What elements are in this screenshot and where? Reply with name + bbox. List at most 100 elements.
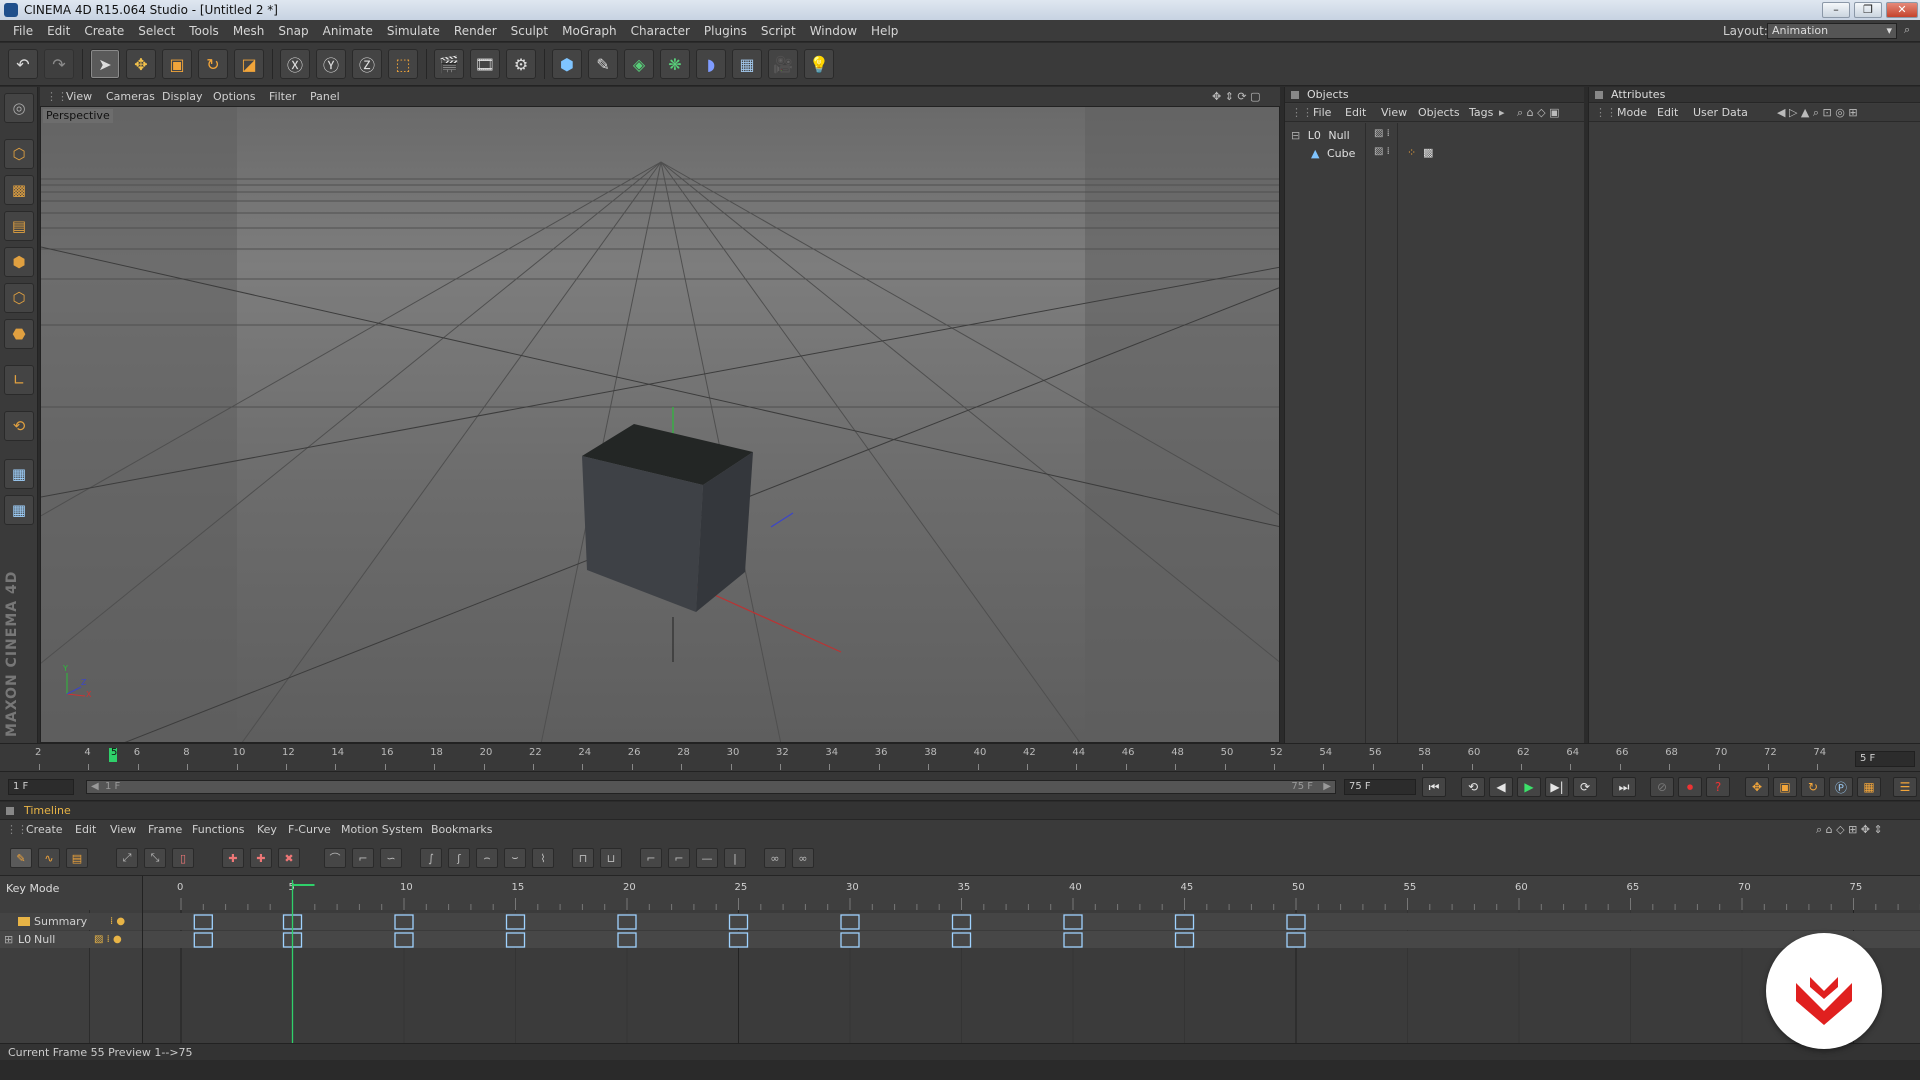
redo-button[interactable]: ↷ bbox=[44, 49, 74, 79]
keyframe-selection-icon[interactable]: ? bbox=[1706, 777, 1730, 797]
go-to-end-icon[interactable]: ⏭ bbox=[1612, 777, 1636, 797]
light-icon[interactable]: 💡 bbox=[804, 49, 834, 79]
z-axis-lock-icon[interactable]: Ⓩ bbox=[352, 49, 382, 79]
range-right-arrow-icon[interactable]: ▶ bbox=[1323, 781, 1331, 793]
subdivision-surface-icon[interactable]: ◈ bbox=[624, 49, 654, 79]
menu-script[interactable]: Script bbox=[754, 20, 803, 42]
objects-toolbar-icons[interactable]: ⌕ ⌂ ◇ ▣ bbox=[1517, 104, 1560, 122]
object-row-cube[interactable]: ▲ Cube bbox=[1307, 145, 1355, 163]
menu-help[interactable]: Help bbox=[864, 20, 905, 42]
ease-out-icon[interactable]: ʃ bbox=[448, 848, 470, 868]
tree-collapse-icon[interactable]: ⊟ bbox=[1291, 129, 1300, 142]
render-picture-viewer-icon[interactable]: 🎞 bbox=[470, 49, 500, 79]
key-mode-icon[interactable]: ✎ bbox=[10, 848, 32, 868]
texture-mode-icon[interactable]: ▩ bbox=[4, 175, 34, 205]
menu-animate[interactable]: Animate bbox=[316, 20, 380, 42]
objects-menu-view[interactable]: View bbox=[1381, 104, 1407, 122]
scale-tool-icon[interactable]: ▣ bbox=[162, 49, 192, 79]
timeline-menu-functions[interactable]: Functions bbox=[192, 820, 245, 840]
tree-expand-icon[interactable]: ⊞ bbox=[4, 931, 13, 948]
lock-time-icon[interactable]: ⊓ bbox=[572, 848, 594, 868]
edges-mode-icon[interactable]: ⬡ bbox=[4, 283, 34, 313]
track-flags-icon[interactable]: ▨ ⁞ ● bbox=[94, 931, 122, 948]
visibility-toggle-icon[interactable]: ▨ ⁞ bbox=[1374, 146, 1390, 157]
record-parameter-icon[interactable]: Ⓟ bbox=[1829, 777, 1853, 797]
autokeying-icon[interactable]: ⏺ bbox=[1678, 777, 1702, 797]
frame-selected-icon[interactable]: ⤡ bbox=[144, 848, 166, 868]
next-key-icon[interactable]: ⟳ bbox=[1573, 777, 1597, 797]
record-rotation-icon[interactable]: ↻ bbox=[1801, 777, 1825, 797]
model-mode-icon[interactable]: ⬡ bbox=[4, 139, 34, 169]
timeline-menu-bookmarks[interactable]: Bookmarks bbox=[431, 820, 492, 840]
timeline-menu-edit[interactable]: Edit bbox=[75, 820, 96, 840]
object-name[interactable]: Null bbox=[1328, 129, 1349, 142]
ease-flat-icon[interactable]: ⌣ bbox=[504, 848, 526, 868]
menu-select[interactable]: Select bbox=[131, 20, 182, 42]
timeline-nav-icons[interactable]: ⌕ ⌂ ◇ ⊞ ✥ ⇕ bbox=[1816, 820, 1883, 840]
minimize-button[interactable]: – bbox=[1822, 2, 1850, 18]
record-active-objects-icon[interactable]: ⊘ bbox=[1650, 777, 1674, 797]
live-selection-icon[interactable]: ➤ bbox=[90, 49, 120, 79]
step-interp-icon[interactable]: ⌐ bbox=[352, 848, 374, 868]
viewport-menu-cameras[interactable]: Cameras bbox=[106, 87, 155, 106]
object-row-null[interactable]: ⊟ L0 Null bbox=[1291, 127, 1350, 145]
make-editable-icon[interactable]: ◎ bbox=[4, 93, 34, 123]
track-after-icon[interactable]: ∞ bbox=[792, 848, 814, 868]
floor-icon[interactable]: ▦ bbox=[732, 49, 762, 79]
ease-both-icon[interactable]: ⌢ bbox=[476, 848, 498, 868]
menu-file[interactable]: File bbox=[6, 20, 40, 42]
deformer-icon[interactable]: ◗ bbox=[696, 49, 726, 79]
planar-workplane-icon[interactable]: ▦ bbox=[4, 495, 34, 525]
objects-menu-tags[interactable]: Tags bbox=[1469, 104, 1493, 122]
timeline-menu-frame[interactable]: Frame bbox=[148, 820, 182, 840]
timeline-menu-view[interactable]: View bbox=[110, 820, 136, 840]
viewport-menu-panel[interactable]: Panel bbox=[310, 87, 340, 106]
break-tangent-icon[interactable]: ⌇ bbox=[532, 848, 554, 868]
tangent-unlock-icon[interactable]: ⌐ bbox=[668, 848, 690, 868]
go-to-start-icon[interactable]: ⏮ bbox=[1422, 777, 1446, 797]
points-mode-icon[interactable]: ⬢ bbox=[4, 247, 34, 277]
preview-range-slider[interactable]: ◀ 1 F 75 F ▶ bbox=[86, 780, 1336, 794]
add-marker-icon[interactable]: ✚ bbox=[250, 848, 272, 868]
menu-window[interactable]: Window bbox=[803, 20, 864, 42]
workplane-mode-icon[interactable]: ▤ bbox=[4, 211, 34, 241]
menu-create[interactable]: Create bbox=[77, 20, 131, 42]
menu-snap[interactable]: Snap bbox=[271, 20, 315, 42]
track-name[interactable]: Summary bbox=[34, 913, 87, 930]
end-frame-field[interactable]: 75 F bbox=[1344, 779, 1416, 795]
snap-icon[interactable]: ⟲ bbox=[4, 411, 34, 441]
next-frame-icon[interactable]: ▶| bbox=[1545, 777, 1569, 797]
track-flags-icon[interactable]: ⁞ ● bbox=[110, 913, 125, 930]
animation-ruler[interactable]: 2 4 6 8 10 12 14 16 18 20 22 24 26 28 30 32 34 36 38 40 42 44… bbox=[0, 743, 1920, 771]
fcurve-mode-icon[interactable]: ∿ bbox=[38, 848, 60, 868]
locked-workplane-icon[interactable]: ▦ bbox=[4, 459, 34, 489]
recent-tool-icon[interactable]: ◪ bbox=[234, 49, 264, 79]
render-view-icon[interactable]: 🎬 bbox=[434, 49, 464, 79]
x-axis-lock-icon[interactable]: Ⓧ bbox=[280, 49, 310, 79]
previous-key-icon[interactable]: ⟲ bbox=[1461, 777, 1485, 797]
visibility-toggle-icon[interactable]: ▨ ⁞ bbox=[1374, 128, 1390, 139]
viewport-navigation-icons[interactable]: ✥ ⇕ ⟳ ▢ bbox=[1212, 87, 1261, 106]
timeline-menu-fcurve[interactable]: F-Curve bbox=[288, 820, 331, 840]
linear-interp-icon[interactable]: ⌒ bbox=[324, 848, 346, 868]
objects-menu-file[interactable]: File bbox=[1313, 104, 1331, 122]
viewport-menu-filter[interactable]: Filter bbox=[269, 87, 296, 106]
vertical-tangent-icon[interactable]: | bbox=[724, 848, 746, 868]
close-button[interactable]: ✕ bbox=[1886, 2, 1918, 18]
current-frame-field[interactable]: 5 F bbox=[1855, 751, 1915, 767]
panel-menu-icon[interactable] bbox=[6, 807, 14, 815]
record-point-level-icon[interactable]: ▦ bbox=[1857, 777, 1881, 797]
track-row-null[interactable]: ⊞ L0 Null ▨ ⁞ ● bbox=[0, 931, 142, 948]
viewport-menu-display[interactable]: Display bbox=[162, 87, 203, 106]
cloner-icon[interactable]: ❋ bbox=[660, 49, 690, 79]
objects-menu-edit[interactable]: Edit bbox=[1345, 104, 1366, 122]
range-left-arrow-icon[interactable]: ◀ bbox=[91, 781, 99, 793]
search-icon[interactable]: ⌕ bbox=[1904, 23, 1910, 37]
lock-value-icon[interactable]: ⊔ bbox=[600, 848, 622, 868]
panel-menu-icon[interactable] bbox=[1595, 91, 1603, 99]
start-frame-field[interactable]: 1 F bbox=[8, 779, 74, 795]
frame-all-icon[interactable]: ⤢ bbox=[116, 848, 138, 868]
y-axis-lock-icon[interactable]: Ⓨ bbox=[316, 49, 346, 79]
add-key-icon[interactable]: ✚ bbox=[222, 848, 244, 868]
timeline-key-area[interactable]: 0 5 10 15 20 25 30 35 40 45 50 55 60 65 70 75 bbox=[143, 876, 1920, 1043]
